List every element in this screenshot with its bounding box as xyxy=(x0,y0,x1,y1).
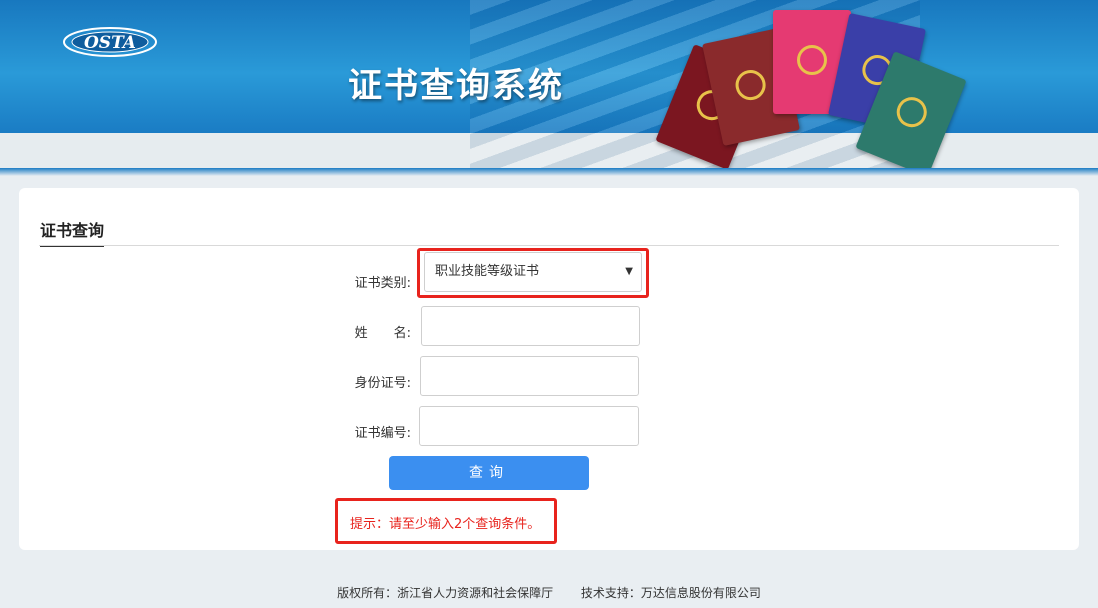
logo-text: OSTA xyxy=(84,33,136,53)
system-title: 证书查询系统 xyxy=(348,66,564,106)
banner-edge xyxy=(0,168,1098,176)
footer: 版权所有：浙江省人力资源和社会保障厅 技术支持：万达信息股份有限公司 xyxy=(0,584,1098,601)
id-number-input[interactable] xyxy=(420,356,639,396)
cert-number-input[interactable] xyxy=(419,406,639,446)
header-banner: OSTA 证书查询系统 xyxy=(0,0,1098,168)
osta-logo: OSTA xyxy=(63,27,157,57)
section-title: 证书查询 xyxy=(40,217,105,247)
highlight-box xyxy=(417,248,649,298)
query-panel: 证书查询 证书类别: 职业技能等级证书 ▼ 姓 名: 身份证号: 证书编号: 查… xyxy=(19,188,1079,550)
tech-support-text: 技术支持：万达信息股份有限公司 xyxy=(580,586,761,600)
hint-text: 提示：请至少输入2个查询条件。 xyxy=(350,517,541,532)
id-number-label: 身份证号: xyxy=(354,376,411,391)
name-input[interactable] xyxy=(421,306,640,346)
hint-box: 提示：请至少输入2个查询条件。 xyxy=(335,498,557,544)
query-button[interactable]: 查询 xyxy=(389,456,589,490)
cert-number-label: 证书编号: xyxy=(354,426,411,441)
name-label: 姓 名: xyxy=(354,326,411,341)
divider xyxy=(39,245,1059,246)
cert-type-label: 证书类别: xyxy=(354,276,411,291)
copyright-text: 版权所有：浙江省人力资源和社会保障厅 xyxy=(337,586,554,600)
